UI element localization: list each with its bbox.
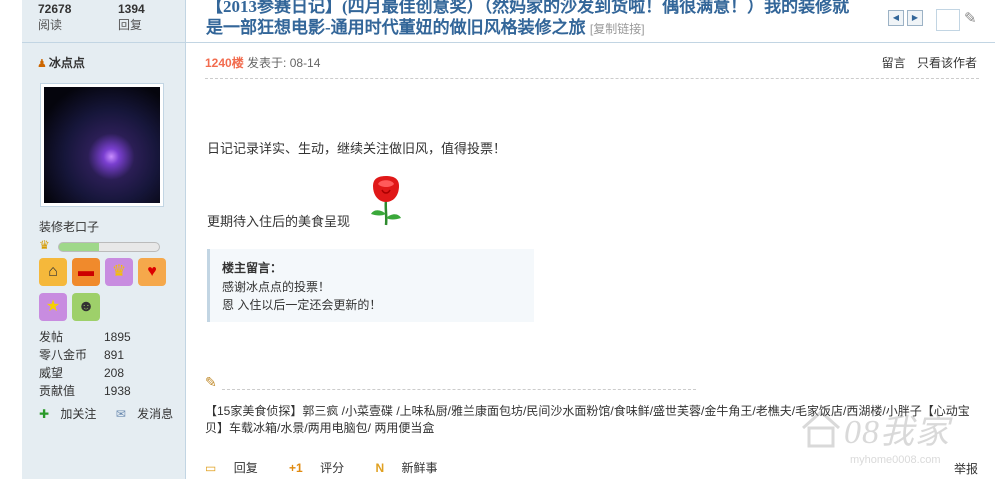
- nav-box[interactable]: [936, 9, 960, 31]
- thread-title-text: 【2013参赛日记】(四月最佳创意奖）（然妈家的沙发到货啦！偶很满意！）我的装修…: [206, 0, 850, 37]
- house-medal-icon[interactable]: ⌂: [39, 258, 67, 286]
- level-icon: ♛: [39, 238, 50, 252]
- reply-icon: ▭: [205, 461, 217, 475]
- pencil-icon: ✎: [205, 374, 217, 390]
- rate-button[interactable]: +1 评分: [289, 461, 358, 475]
- message-icon: ✉: [115, 407, 126, 421]
- user-icon: ♟: [37, 58, 47, 70]
- post-meta: 1240楼 发表于: 08-14: [205, 54, 320, 71]
- quote-header: 楼主留言：: [222, 261, 283, 275]
- star-medal-icon[interactable]: ★: [39, 293, 67, 321]
- post-text-line1: 日记记录详实、生动，继续关注做旧风，值得投票！: [207, 141, 507, 156]
- watermark-house-icon: [802, 409, 840, 448]
- next-thread-button[interactable]: ▶: [907, 10, 923, 26]
- floor-number[interactable]: 1240楼: [205, 56, 244, 70]
- add-follow-link[interactable]: ✚ 加关注: [39, 407, 104, 421]
- stat-contribution: 贡献值 1938: [39, 384, 131, 398]
- fresh-button[interactable]: N 新鲜事: [375, 461, 451, 475]
- send-message-link[interactable]: ✉ 发消息: [116, 407, 181, 421]
- prev-thread-button[interactable]: ◀: [888, 10, 904, 26]
- level-progress-bar: [58, 242, 160, 252]
- heart-medal-icon[interactable]: ♥: [138, 258, 166, 286]
- replies-stat: 1394 回复: [118, 2, 145, 34]
- watermark-url: myhome0008.com: [850, 454, 941, 466]
- wrench-icon[interactable]: ✎: [964, 9, 977, 27]
- stat-prestige: 威望 208: [39, 366, 125, 380]
- author-reply-quote: 楼主留言： 感谢冰点点的投票！ 恩 入住以后一定还会更新的！: [207, 249, 534, 322]
- watermark-text: 08我家: [844, 414, 950, 451]
- fresh-icon: N: [375, 461, 385, 475]
- thread-header: 【2013参赛日记】(四月最佳创意奖）（然妈家的沙发到货啦！偶很满意！）我的装修…: [186, 0, 995, 43]
- views-stat: 72678 阅读: [38, 2, 71, 34]
- crown-medal-icon[interactable]: ♛: [105, 258, 133, 286]
- author-name-text[interactable]: 冰点点: [49, 56, 85, 70]
- author-name[interactable]: ♟ 冰点点: [37, 54, 85, 71]
- avatar-image: [44, 87, 160, 203]
- site-watermark: 08我家 myhome0008.com: [800, 400, 995, 480]
- post-footer: ▭ 回复 +1 评分 N 新鲜事: [205, 459, 465, 476]
- signature-divider: [222, 389, 696, 390]
- posted-at: 发表于: 08-14: [247, 56, 321, 70]
- views-label: 阅读: [38, 18, 63, 32]
- avatar[interactable]: [40, 83, 164, 207]
- user-actions: ✚ 加关注 ✉ 发消息: [39, 405, 189, 422]
- views-value: 72678: [38, 2, 72, 16]
- replies-label: 回复: [118, 18, 143, 32]
- bee-medal-icon[interactable]: ☻: [72, 293, 100, 321]
- thread-title: 【2013参赛日记】(四月最佳创意奖）（然妈家的沙发到货啦！偶很满意！）我的装修…: [206, 0, 866, 40]
- leave-message-link[interactable]: 留言: [882, 56, 906, 70]
- rose-emoji-icon: [371, 176, 401, 226]
- quote-line1: 感谢冰点点的投票！: [222, 280, 331, 294]
- sofa-medal-icon[interactable]: ▬: [72, 258, 100, 286]
- post-tools: 留言 只看该作者: [882, 54, 977, 71]
- user-stats: 发帖 1895 零八金币 891 威望 208 贡献值 1938: [39, 328, 131, 400]
- thread-stats: 72678 阅读 1394 回复: [22, 0, 185, 43]
- user-group: 装修老口子: [39, 220, 100, 234]
- stat-posts: 发帖 1895: [39, 330, 131, 344]
- plus-icon: ✚: [39, 407, 50, 421]
- replies-value: 1394: [118, 2, 145, 16]
- left-frame: [0, 0, 22, 479]
- rate-icon: +1: [289, 461, 303, 475]
- stat-coins: 零八金币 891: [39, 348, 125, 362]
- post-text-line2: 更期待入住后的美食呈现: [207, 214, 351, 229]
- author-only-link[interactable]: 只看该作者: [917, 56, 977, 70]
- quote-line2: 恩 入住以后一定还会更新的！: [222, 298, 382, 312]
- reply-button[interactable]: ▭ 回复: [205, 461, 272, 475]
- divider: [205, 78, 979, 79]
- copy-link[interactable]: [复制链接]: [590, 22, 645, 36]
